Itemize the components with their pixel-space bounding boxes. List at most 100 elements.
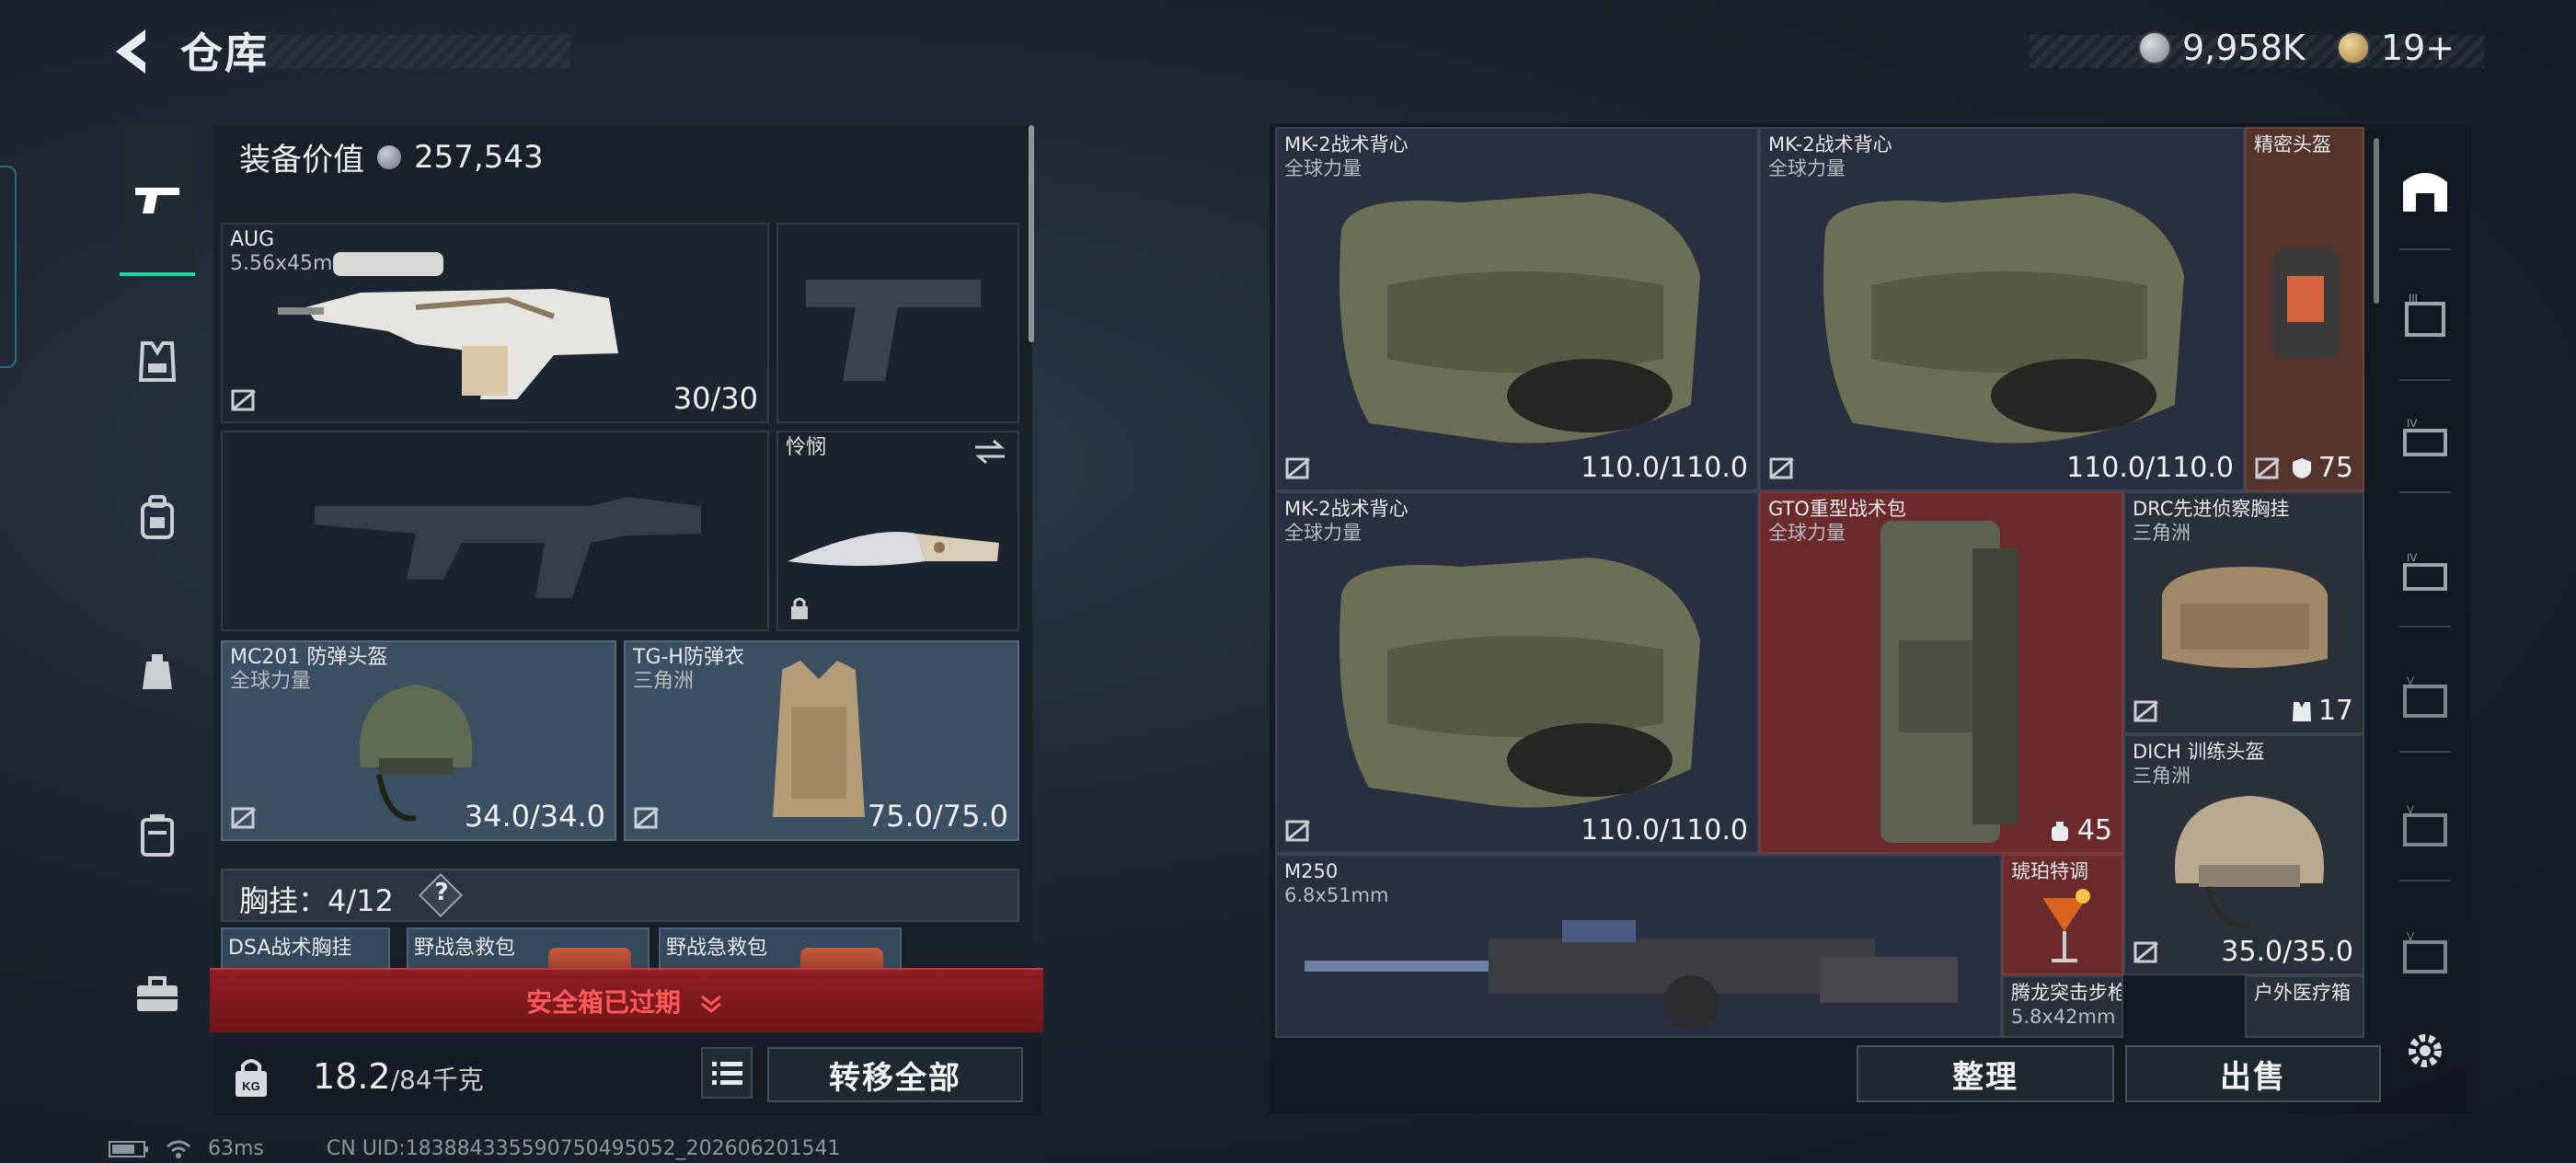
divider [2399,248,2451,250]
melee-slot[interactable]: 怜悯 [776,431,1019,631]
svg-text:V: V [2407,930,2414,943]
warehouse-item[interactable]: M250 6.8x51mm [1275,854,2002,1038]
item-name: 腾龙突击步枪 [2011,982,2123,1004]
pouch-icon [143,654,172,689]
warehouse-home-tab-icon[interactable] [2398,162,2453,217]
primary-weapon-slot[interactable]: AUG 5.56x45mm 30/30 [221,223,769,423]
primary-weapon-ammo: 30/30 [673,381,758,416]
storage-tab-5a-icon[interactable]: V [2398,672,2453,727]
currency-amount: 9,958K [2182,28,2306,68]
warehouse-item[interactable]: DRC先进侦察胸挂 三角洲 17 [2123,491,2364,734]
divider [2399,491,2451,493]
item-name: 精密头盔 [2254,133,2331,155]
warehouse-item[interactable]: MK-2战术背心 全球力量 110.0/110.0 [1275,491,1759,854]
back-arrow-icon [116,29,145,74]
warehouse-item[interactable]: 腾龙突击步枪 5.8x42mm [2002,975,2123,1038]
svg-text:V: V [2407,674,2414,687]
nav-toolbox[interactable] [120,957,195,1032]
ping-value: 63ms [208,1137,264,1160]
tactical-vest-image [1340,558,1700,808]
item-capacity-value: 17 [2317,695,2353,727]
equipment-scrollbar[interactable] [1029,125,1034,342]
unbound-icon [2133,941,2158,963]
item-name: MK-2战术背心 [1284,498,1409,520]
item-durability: 110.0/110.0 [1581,814,1748,846]
tactical-vest-image [1823,193,2184,443]
weight-icon: KG [236,1059,267,1097]
item-caliber: 5.8x42mm [2011,1006,2116,1028]
warehouse-item[interactable]: 精密头盔 75 [2245,127,2364,491]
toolbox-icon [137,976,178,1011]
sort-button[interactable]: 整理 [1857,1045,2114,1102]
storage-tab-5c-icon[interactable]: V [2398,927,2453,983]
storage-tab-3-icon[interactable]: III [2398,291,2453,346]
chest-rig-image [2162,567,2328,668]
item-brand: 全球力量 [1768,522,1846,544]
currency-display[interactable]: 9,958K [2138,28,2306,68]
transfer-all-button[interactable]: 转移全部 [767,1047,1023,1102]
heavy-backpack-image [1880,521,2018,843]
chest-rig-item[interactable]: DSA战术胸挂 [221,927,390,970]
storage-tab-4a-icon[interactable]: IV [2398,414,2453,469]
vest-icon [138,341,177,382]
nav-case[interactable] [120,797,195,872]
warehouse-item[interactable]: GTO重型战术包 全球力量 45 [1759,491,2123,854]
nav-backpack[interactable] [120,480,195,556]
carry-weight: 18.2/84千克 [313,1056,484,1097]
item-armor-level: 75 [2291,452,2353,484]
precision-helmet-image [2272,248,2340,359]
warehouse-item[interactable]: 户外医疗箱 [2245,975,2364,1038]
help-icon: ? [434,879,449,906]
back-button[interactable] [109,26,155,77]
nav-vest[interactable] [120,324,195,399]
status-footer: 63ms CN UID:18388433559075049505​2_20260… [109,1137,841,1160]
safebox-expired-label: 安全箱已过期 [526,987,682,1018]
warehouse-item[interactable]: MK-2战术背心 全球力量 110.0/110.0 [1759,127,2245,491]
warehouse-item[interactable]: DICH 训练头盔 三角洲 35.0/35.0 [2123,734,2364,975]
equipment-value-amount: 257,543 [414,138,544,176]
unbound-icon [1769,457,1794,479]
chest-rig-item[interactable]: 野战急救包 [659,927,902,975]
tactical-vest-image [1340,193,1700,443]
equipment-value: 装备价值 257,543 [239,134,544,179]
divider [2399,626,2451,628]
item-capacity: 45 [2048,814,2112,846]
nav-pouch[interactable] [120,635,195,710]
settings-gear-icon[interactable] [2398,1023,2453,1078]
item-name: 琥珀特调 [2011,860,2088,882]
equipment-category-nav [109,118,206,1084]
armor-name: TG-H防弹衣 [633,646,744,669]
shield-icon [2292,457,2311,478]
item-durability: 35.0/35.0 [2221,936,2353,968]
chevron-down-icon [700,995,721,1013]
helmet-brand: 全球力量 [230,670,312,693]
chest-rig-item-label: 野战急救包 [414,937,516,960]
ticket-display[interactable]: 19+ [2337,28,2455,68]
svg-text:KG: KG [242,1079,260,1093]
warehouse-scrollbar[interactable] [2374,138,2379,304]
armor-slot[interactable]: TG-H防弹衣 三角洲 75.0/75.0 [624,640,1019,841]
unbound-icon [231,389,256,411]
storage-tab-4b-icon[interactable]: IV [2398,548,2453,604]
storage-tab-5b-icon[interactable]: V [2398,800,2453,856]
ticket-icon [2337,31,2370,64]
training-helmet-image [2175,796,2324,928]
sell-button[interactable]: 出售 [2125,1045,2381,1102]
unbound-icon [1285,457,1310,479]
helmet-durability: 34.0/34.0 [464,799,605,834]
swap-icon[interactable] [972,438,1008,466]
chest-rig-item[interactable]: 野战急救包 [407,927,650,975]
warehouse-item[interactable]: MK-2战术背心 全球力量 110.0/110.0 [1275,127,1759,491]
list-view-button[interactable] [701,1047,753,1099]
secondary-weapon-slot[interactable] [776,223,1019,423]
side-edge-tab[interactable] [0,166,17,368]
nav-weapons[interactable] [120,125,195,276]
warehouse-item[interactable]: 琥珀特调 [2002,854,2123,975]
chest-rig-count-value: 4/12 [328,883,394,918]
user-uid: CN UID:18388433559075049505​2_2026062015… [326,1137,841,1160]
helmet-slot[interactable]: MC201 防弹头盔 全球力量 34.0/34.0 [221,640,616,841]
chest-rig-count: 胸挂：4/12 [239,878,394,920]
aug-rifle-image [278,252,618,399]
armor-durability: 75.0/75.0 [867,799,1008,834]
secondary-primary-weapon-slot[interactable] [221,431,769,631]
